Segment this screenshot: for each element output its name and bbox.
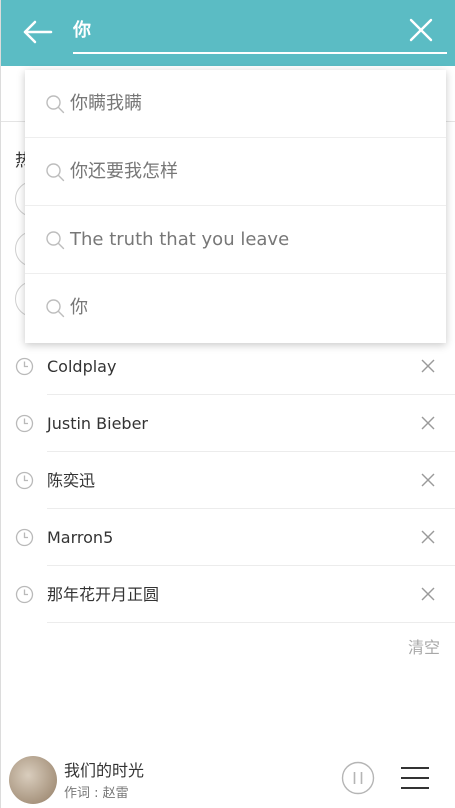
suggestion-label: 你: [70, 297, 88, 318]
song-title[interactable]: 我们的时光: [64, 757, 144, 781]
search-header: [1, 0, 455, 66]
history-item[interactable]: 陈奕迅: [1, 452, 455, 509]
search-input[interactable]: [73, 10, 393, 48]
history-item[interactable]: Marron5: [1, 509, 455, 566]
suggestion-label: 你瞒我瞒: [70, 93, 142, 114]
history-item-label: Justin Bieber: [47, 395, 455, 452]
suggestion-item[interactable]: 你瞒我瞒: [25, 70, 446, 138]
history-item-label: 那年花开月正圆: [47, 566, 455, 623]
search-suggestions-dropdown: 你瞒我瞒 你还要我怎样 The truth that you leave 你: [25, 70, 446, 343]
clock-icon: [15, 414, 34, 433]
search-field: [73, 10, 447, 54]
clock-icon: [15, 585, 34, 604]
suggestion-item[interactable]: The truth that you leave: [25, 206, 446, 274]
pause-icon[interactable]: [341, 761, 375, 795]
suggestion-label: 你还要我怎样: [70, 161, 178, 182]
playlist-menu-icon[interactable]: [399, 765, 431, 791]
suggestion-item[interactable]: 你: [25, 274, 446, 342]
clock-icon: [15, 357, 34, 376]
search-icon: [46, 163, 65, 182]
suggestion-item[interactable]: 你还要我怎样: [25, 138, 446, 206]
delete-icon[interactable]: [420, 586, 436, 602]
song-subtitle: 作词 : 赵雷: [64, 786, 129, 801]
delete-icon[interactable]: [420, 529, 436, 545]
search-icon: [46, 231, 65, 250]
history-item-label: Marron5: [47, 509, 455, 566]
suggestion-label: The truth that you leave: [70, 229, 290, 250]
delete-icon[interactable]: [420, 415, 436, 431]
clock-icon: [15, 528, 34, 547]
search-icon: [46, 299, 65, 318]
delete-icon[interactable]: [420, 472, 436, 488]
history-item[interactable]: 那年花开月正圆: [1, 566, 455, 623]
history-item[interactable]: Justin Bieber: [1, 395, 455, 452]
close-icon[interactable]: [407, 16, 435, 44]
clock-icon: [15, 471, 34, 490]
delete-icon[interactable]: [420, 358, 436, 374]
mini-player: 我们的时光 作词 : 赵雷: [1, 747, 455, 808]
search-icon: [46, 95, 65, 114]
history-item[interactable]: Coldplay: [1, 338, 455, 395]
history-item-label: 陈奕迅: [47, 452, 455, 509]
history-item-label: Coldplay: [47, 338, 455, 395]
clear-history-button[interactable]: 清空: [408, 634, 440, 658]
album-cover[interactable]: [9, 756, 57, 804]
back-arrow-icon[interactable]: [19, 14, 55, 50]
search-history-list: Coldplay Justin Bieber 陈奕迅 Marron5 那年花开月…: [1, 338, 455, 623]
app-root: 热 Coldplay Justin Bieber 陈奕迅 Marron5 那年花…: [0, 0, 455, 808]
